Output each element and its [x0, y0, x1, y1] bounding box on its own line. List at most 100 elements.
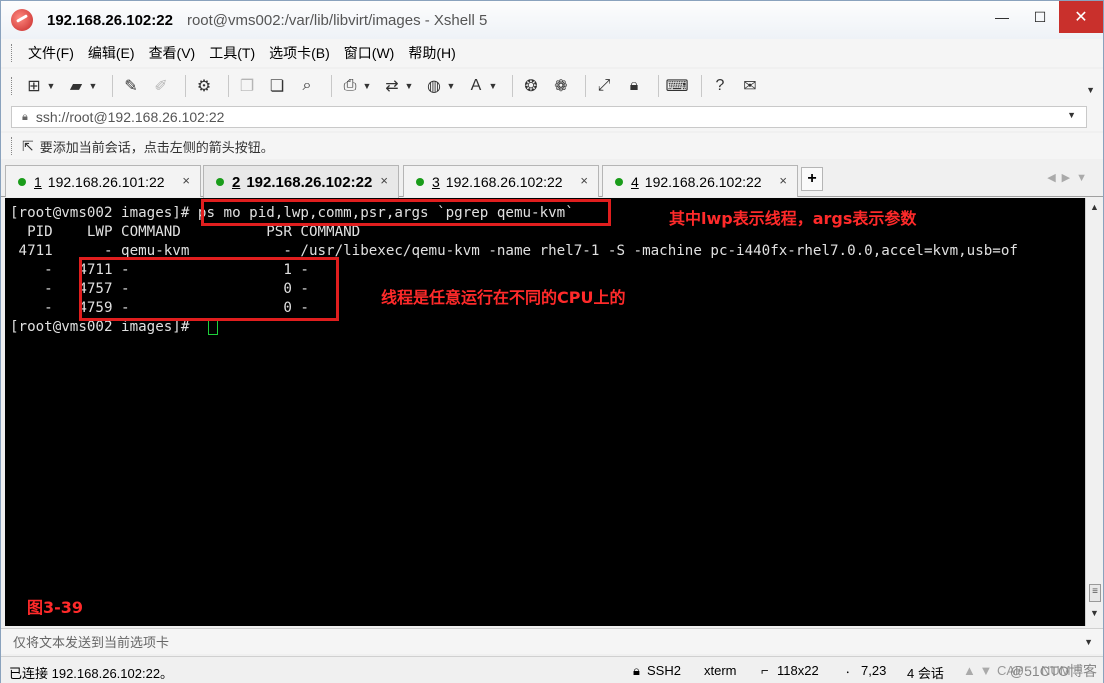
- toolbar-separator: [228, 75, 229, 97]
- connected-status-icon: [416, 177, 424, 186]
- terminal-size-status: 118x22: [777, 663, 819, 678]
- terminal-scrollbar[interactable]: ▲ ≡ ▼: [1085, 198, 1103, 626]
- tab-scroll-arrows-icon[interactable]: ◀▶▼: [1047, 171, 1093, 184]
- resize-icon: ⌐: [761, 663, 769, 678]
- address-dropdown-icon[interactable]: ▼: [1067, 110, 1076, 120]
- print-dropdown-icon[interactable]: ▼: [362, 74, 372, 98]
- menu-edit[interactable]: 编辑(E): [82, 43, 141, 63]
- tab-close-icon[interactable]: ×: [380, 173, 388, 188]
- title-path: root@vms002:/var/lib/libvirt/images - Xs…: [186, 11, 488, 29]
- tab-number: 3: [432, 173, 440, 190]
- xshell-window: 192.168.26.102:22 root@vms002:/var/lib/l…: [0, 0, 1104, 683]
- toolbar-separator: [331, 75, 332, 97]
- globe-dropdown-icon[interactable]: ▼: [446, 74, 456, 98]
- scroll-up-icon[interactable]: ▲: [1090, 202, 1099, 212]
- address-input[interactable]: 🔒︎ ssh://root@192.168.26.102:22 ▼: [11, 106, 1087, 128]
- connected-status-icon: [18, 177, 26, 186]
- watermark: @51CTO博客: [1009, 663, 1097, 679]
- close-button[interactable]: ✕: [1059, 1, 1103, 33]
- keyboard-icon[interactable]: ⌨: [665, 74, 689, 98]
- globe-icon[interactable]: ◍: [422, 74, 446, 98]
- reconnect-icon[interactable]: ✎: [119, 74, 143, 98]
- open-dropdown-icon[interactable]: ▼: [88, 74, 98, 98]
- status-bar: 已连接 192.168.26.102:22。 🔒︎ SSH2 xterm ⌐ 1…: [1, 656, 1103, 683]
- toolbar-separator: [112, 75, 113, 97]
- tab-close-icon[interactable]: ×: [182, 173, 190, 188]
- toolbar-separator: [658, 75, 659, 97]
- tab-close-icon[interactable]: ×: [580, 173, 588, 188]
- scroll-down-icon[interactable]: ▼: [1090, 608, 1099, 618]
- tab-label: 192.168.26.102:22: [644, 173, 762, 190]
- help-icon[interactable]: ?: [708, 74, 732, 98]
- menubar-grip: [11, 44, 14, 62]
- cpu-annotation: 线程是任意运行在不同的CPU上的: [381, 288, 626, 307]
- maximize-button[interactable]: ☐: [1021, 1, 1059, 33]
- font-dropdown-icon[interactable]: ▼: [488, 74, 498, 98]
- tab-session-3[interactable]: 3 192.168.26.102:22 ×: [403, 165, 599, 197]
- connected-status-icon: [216, 178, 224, 186]
- send-dropdown-icon[interactable]: ▼: [1084, 637, 1093, 647]
- menu-bar: 文件(F) 编辑(E) 查看(V) 工具(T) 选项卡(B) 窗口(W) 帮助(…: [1, 39, 1103, 67]
- menu-view[interactable]: 查看(V): [143, 43, 202, 63]
- tab-label: 192.168.26.102:22: [445, 173, 563, 190]
- transfer-dropdown-icon[interactable]: ▼: [404, 74, 414, 98]
- print-icon[interactable]: ⎙: [338, 74, 362, 98]
- properties-icon[interactable]: ⚙: [192, 74, 216, 98]
- address-value: ssh://root@192.168.26.102:22: [35, 109, 225, 125]
- toolbar: ⊞ ▼ ▰ ▼ ✎ ✐ ⚙ ❐ ❏ ⌕ ⎙ ▼ ⇄ ▼ ◍ ▼ A ▼ ❂ ❁ …: [1, 69, 1103, 103]
- menu-tools[interactable]: 工具(T): [203, 43, 261, 63]
- window-controls: — ☐ ✕: [983, 1, 1103, 33]
- xftp-icon[interactable]: ❂: [519, 74, 543, 98]
- title-host: 192.168.26.102:22: [47, 11, 173, 29]
- padlock-icon: 🔒︎: [22, 110, 28, 123]
- new-session-dropdown-icon[interactable]: ▼: [46, 74, 56, 98]
- toolbar-overflow-icon[interactable]: ▼: [1086, 85, 1095, 95]
- toolbar-grip: [11, 77, 14, 95]
- xshell-logo-icon: [11, 9, 33, 31]
- tab-number: 4: [631, 173, 639, 190]
- font-icon[interactable]: A: [464, 74, 488, 98]
- session-count-status: 4 会话: [907, 666, 944, 681]
- menu-file[interactable]: 文件(F): [22, 43, 80, 63]
- open-folder-icon[interactable]: ▰: [64, 74, 88, 98]
- scroll-thumb[interactable]: ≡: [1089, 584, 1101, 602]
- minimize-button[interactable]: —: [983, 1, 1021, 33]
- find-icon[interactable]: ⌕: [295, 74, 319, 98]
- new-session-icon[interactable]: ⊞: [22, 74, 46, 98]
- toolbar-separator: [512, 75, 513, 97]
- command-highlight-box: [201, 199, 611, 226]
- terminal-cursor: [208, 319, 218, 335]
- tab-session-2[interactable]: 2 192.168.26.102:22 ×: [203, 165, 399, 198]
- menu-tab[interactable]: 选项卡(B): [263, 43, 336, 63]
- disconnect-icon[interactable]: ✐: [149, 74, 173, 98]
- cursor-pos-icon: ⸱: [846, 665, 850, 680]
- protocol-status: SSH2: [647, 663, 681, 678]
- send-text-bar[interactable]: 仅将文本发送到当前选项卡 ▼: [1, 628, 1103, 654]
- title-bar[interactable]: 192.168.26.102:22 root@vms002:/var/lib/l…: [1, 1, 1103, 39]
- hintbar-grip: [11, 137, 14, 155]
- address-bar: 🔒︎ ssh://root@192.168.26.102:22 ▼: [1, 103, 1103, 131]
- menu-window[interactable]: 窗口(W): [338, 43, 401, 63]
- session-hint-bar: ⇱ 要添加当前会话，点击左侧的箭头按钮。: [1, 133, 1103, 159]
- paste-icon[interactable]: ❏: [265, 74, 289, 98]
- tab-session-1[interactable]: 1 192.168.26.101:22 ×: [5, 165, 201, 197]
- scroll-arrows-icon[interactable]: ▲ ▼: [963, 663, 992, 678]
- copy-icon[interactable]: ❐: [235, 74, 259, 98]
- chat-icon[interactable]: ✉: [738, 74, 762, 98]
- ssh-lock-icon: 🔒︎: [633, 663, 640, 678]
- add-session-arrow-icon[interactable]: ⇱: [22, 138, 34, 155]
- lock-icon[interactable]: 🔒︎: [622, 74, 646, 98]
- menu-help[interactable]: 帮助(H): [402, 43, 461, 63]
- new-tab-button[interactable]: +: [801, 167, 823, 191]
- lwp-highlight-box: [79, 257, 339, 321]
- transfer-icon[interactable]: ⇄: [380, 74, 404, 98]
- terminal-type-status: xterm: [704, 663, 737, 678]
- send-text-input[interactable]: 仅将文本发送到当前选项卡: [13, 632, 169, 651]
- fullscreen-icon[interactable]: ⤢: [592, 74, 616, 98]
- toolbar-separator: [585, 75, 586, 97]
- tab-session-4[interactable]: 4 192.168.26.102:22 ×: [602, 165, 798, 197]
- xmanager-icon[interactable]: ❁: [549, 74, 573, 98]
- toolbar-separator: [701, 75, 702, 97]
- terminal-pane[interactable]: [root@vms002 images]# ps mo pid,lwp,comm…: [5, 198, 1085, 626]
- tab-close-icon[interactable]: ×: [779, 173, 787, 188]
